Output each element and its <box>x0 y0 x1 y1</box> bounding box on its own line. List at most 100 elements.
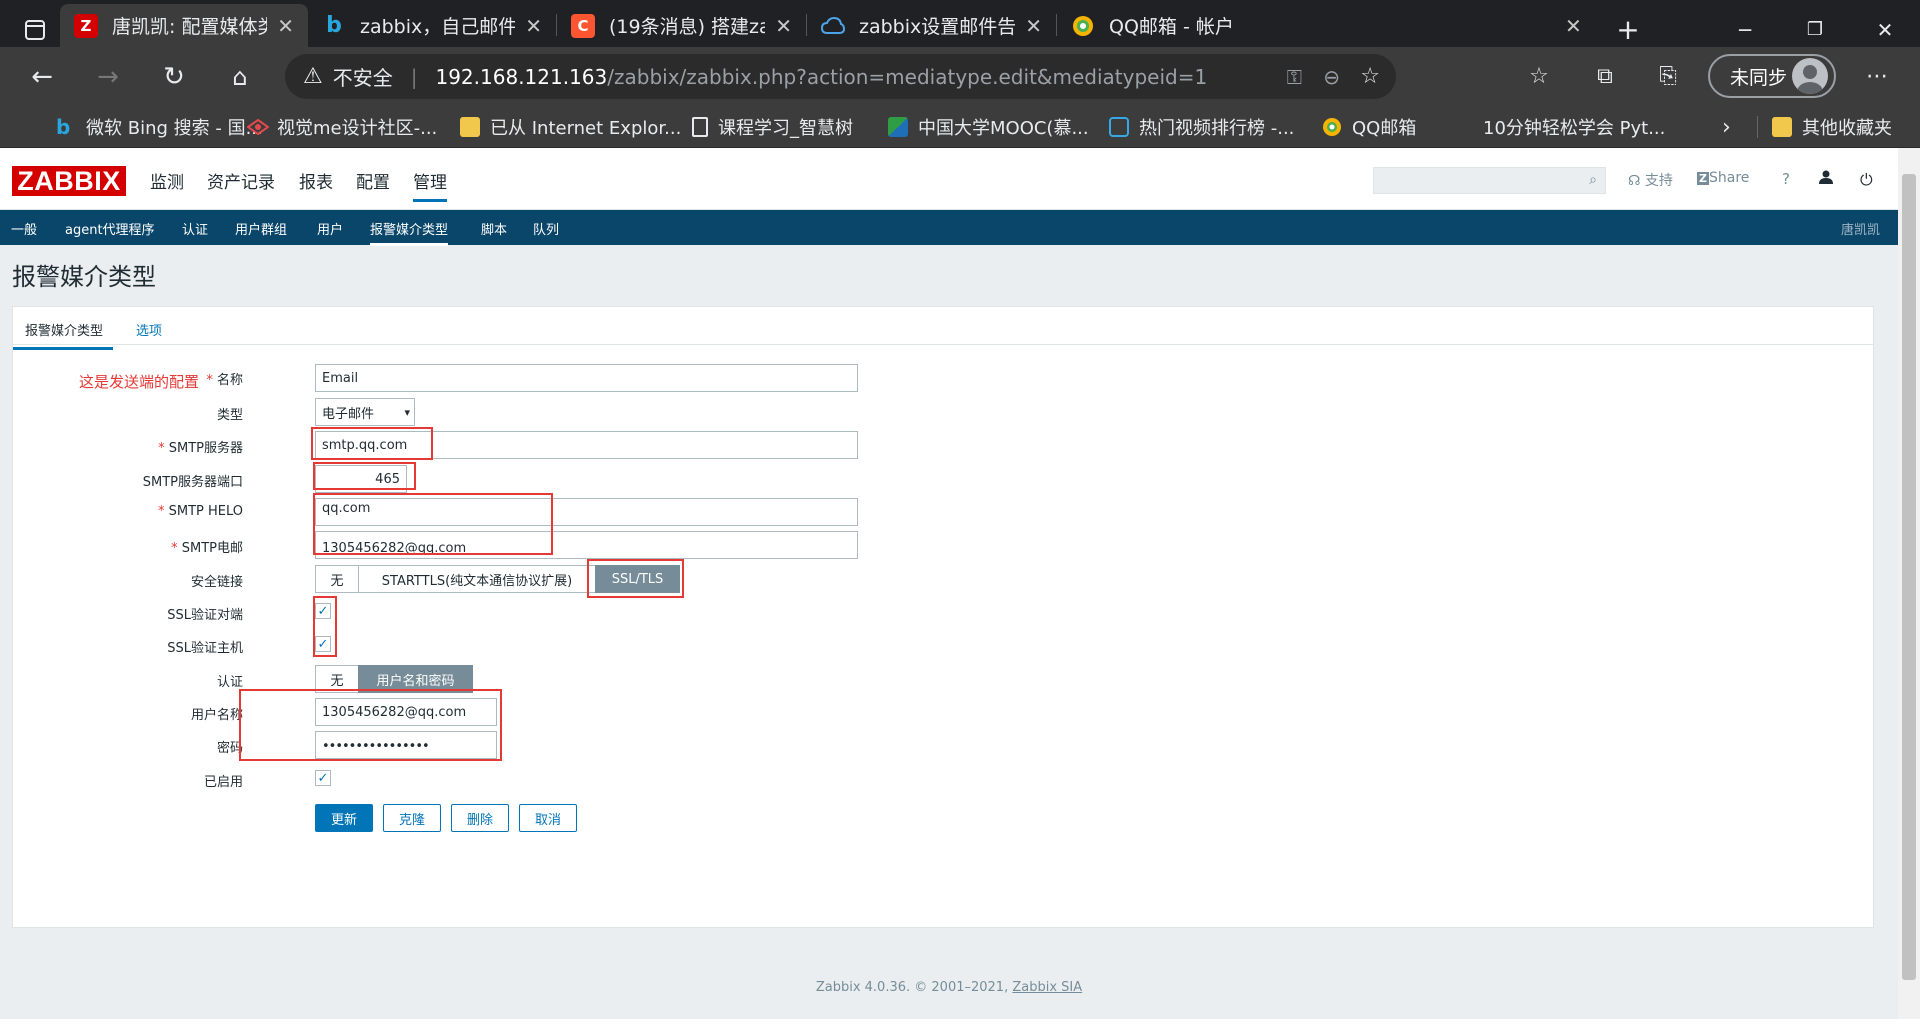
subnav-proxies[interactable]: agent代理程序 <box>65 219 155 238</box>
avatar <box>1792 58 1828 94</box>
password-input[interactable]: •••••••••••••••• <box>315 731 497 759</box>
forward-icon[interactable]: → <box>83 47 133 106</box>
zabbix-sia-link[interactable]: Zabbix SIA <box>1012 980 1082 995</box>
sync-profile-button[interactable]: 未同步 <box>1708 54 1836 98</box>
support-link[interactable]: ☊ 支持 <box>1628 170 1673 190</box>
nav-reports[interactable]: 报表 <box>299 168 333 193</box>
footer: Zabbix 4.0.36. © 2001–2021, Zabbix SIA <box>815 980 1083 995</box>
security-ssl-tls-option[interactable]: SSL/TLS <box>595 565 680 593</box>
page-scrollbar[interactable] <box>1898 148 1920 1019</box>
subnav-general[interactable]: 一般 <box>11 219 37 238</box>
security-starttls-option[interactable]: STARTTLS(纯文本通信协议扩展) <box>358 565 596 593</box>
share-page-icon[interactable]: ⎘ <box>1643 47 1693 106</box>
url-host: 192.168.121.163 <box>435 64 608 89</box>
favorites-icon[interactable]: ☆ <box>1514 47 1564 106</box>
smtp-port-input[interactable]: 465 <box>315 465 407 493</box>
smtp-email-input[interactable]: 1305456282@qq.com <box>315 531 858 559</box>
smtp-server-input[interactable]: smtp.qq.com <box>315 431 858 459</box>
bing-icon: b <box>326 13 342 38</box>
subnav-users[interactable]: 用户 <box>317 219 343 238</box>
chevron-right-icon[interactable]: › <box>1722 106 1731 148</box>
delete-button[interactable]: 删除 <box>451 804 509 832</box>
security-label: 安全链接 <box>190 575 243 590</box>
update-button[interactable]: 更新 <box>315 804 373 832</box>
enabled-checkbox[interactable]: ✓ <box>315 770 331 786</box>
bookmark-zhihuishu[interactable]: 课程学习_智慧树 <box>692 106 853 148</box>
close-icon[interactable]: ✕ <box>1025 14 1042 38</box>
bookmark-bing[interactable]: b 微软 Bing 搜索 - 国... <box>56 106 263 148</box>
subnav-user-groups[interactable]: 用户群组 <box>235 219 287 238</box>
security-none-option[interactable]: 无 <box>315 565 359 593</box>
smtp-helo-label: * SMTP HELO <box>157 504 243 519</box>
tab-media-type[interactable]: 报警媒介类型 <box>13 320 114 350</box>
auth-none-option[interactable]: 无 <box>315 665 359 693</box>
key-icon[interactable]: ⚿ <box>1287 65 1302 89</box>
browser-tab-bing[interactable]: b zabbix，自己邮件的授权码 ✕ <box>308 4 556 47</box>
close-icon[interactable]: ✕ <box>1565 4 1601 47</box>
name-input[interactable]: Email <box>315 364 858 392</box>
subnav-queue[interactable]: 队列 <box>533 219 559 238</box>
tab-options[interactable]: 选项 <box>136 320 162 339</box>
ssl-verify-peer-label: SSL验证对端 <box>167 608 243 623</box>
user-profile-icon[interactable] <box>1819 170 1833 188</box>
smtp-server-label: * SMTP服务器 <box>158 441 243 456</box>
bing-icon: b <box>56 115 71 139</box>
back-icon[interactable]: ← <box>17 47 67 106</box>
page-title: 报警媒介类型 <box>12 263 156 291</box>
headset-icon: ☊ <box>1628 173 1641 189</box>
smtp-helo-input[interactable]: qq.com <box>315 498 858 526</box>
enabled-label: 已启用 <box>203 775 243 790</box>
browser-tab-cloud[interactable]: zabbix设置邮件告警的两种 ✕ <box>807 4 1056 47</box>
cancel-button[interactable]: 取消 <box>519 804 577 832</box>
browser-tab-bar: Z 唐凯凯: 配置媒体类型 ✕ b zabbix，自己邮件的授权码 ✕ C (1… <box>0 0 1920 47</box>
subnav-media-types[interactable]: 报警媒介类型 <box>370 219 449 246</box>
reload-icon[interactable]: ↻ <box>149 47 199 106</box>
name-label: * 名称 <box>206 373 243 388</box>
nav-inventory[interactable]: 资产记录 <box>207 168 275 193</box>
nav-monitoring[interactable]: 监测 <box>150 168 184 193</box>
chevron-down-icon: ▾ <box>404 405 410 419</box>
collections-icon[interactable]: ⧉ <box>1580 47 1630 106</box>
address-input[interactable]: ⚠ 不安全 | 192.168.121.163 /zabbix/zabbix.p… <box>285 54 1396 99</box>
subnav-authentication[interactable]: 认证 <box>182 219 208 238</box>
bookmark-other-folder[interactable]: 其他收藏夹 <box>1772 106 1892 148</box>
auth-password-option[interactable]: 用户名和密码 <box>358 665 473 693</box>
share-link[interactable]: Z Share <box>1697 170 1749 186</box>
subnav-scripts[interactable]: 脚本 <box>481 219 507 238</box>
ssl-verify-peer-checkbox[interactable]: ✓ <box>315 603 331 619</box>
bookmark-bilibili[interactable]: 热门视频排行榜 -... <box>1109 106 1294 148</box>
ssl-verify-host-checkbox[interactable]: ✓ <box>315 636 331 652</box>
home-icon[interactable]: ⌂ <box>215 47 265 106</box>
type-select[interactable]: 电子邮件 ▾ <box>315 398 415 426</box>
scrollbar-thumb[interactable] <box>1902 174 1916 980</box>
close-icon[interactable]: ✕ <box>525 14 542 38</box>
bookmark-python[interactable]: 10分钟轻松学会 Pyt... <box>1483 106 1665 148</box>
url-path: /zabbix/zabbix.php?action=mediatype.edit… <box>607 64 1208 89</box>
search-icon: ⌕ <box>1589 172 1597 188</box>
zabbix-logo[interactable]: ZABBIX <box>12 166 126 196</box>
close-icon[interactable]: ✕ <box>775 14 792 38</box>
more-icon[interactable]: ⋯ <box>1852 47 1902 106</box>
form-tabs: 报警媒介类型 选项 <box>13 307 1873 350</box>
bookmark-shijue[interactable]: 视觉me设计社区-... <box>246 106 437 148</box>
search-input[interactable]: ⌕ <box>1373 167 1606 194</box>
cloud-icon <box>821 14 845 38</box>
add-favorite-icon[interactable]: ☆ <box>1360 64 1380 89</box>
current-user-label: 唐凯凯 <box>1841 223 1881 238</box>
zabbix-top-nav: ZABBIX 监测 资产记录 报表 配置 管理 ⌕ ☊ 支持 Z Share ? … <box>0 148 1898 210</box>
browser-tab-csdn[interactable]: C (19条消息) 搭建zabbix监控 ✕ <box>557 4 806 47</box>
close-icon[interactable]: ✕ <box>277 14 294 38</box>
username-input[interactable]: 1305456282@qq.com <box>315 698 497 726</box>
clone-button[interactable]: 克隆 <box>383 804 441 832</box>
bookmark-mooc[interactable]: 中国大学MOOC(慕... <box>888 106 1089 148</box>
browser-tab-qqmail[interactable]: QQ邮箱 - 帐户 <box>1057 4 1591 47</box>
browser-tab-zabbix[interactable]: Z 唐凯凯: 配置媒体类型 ✕ <box>60 4 308 47</box>
bookmark-qqmail[interactable]: QQ邮箱 <box>1322 106 1416 148</box>
bookmark-ie-folder[interactable]: 已从 Internet Explor... <box>460 106 681 148</box>
warning-icon: ⚠ <box>303 64 323 89</box>
nav-administration[interactable]: 管理 <box>413 168 447 202</box>
help-icon[interactable]: ? <box>1782 170 1790 188</box>
sign-out-icon[interactable]: ⏻ <box>1860 170 1873 190</box>
zoom-icon[interactable]: ⊖ <box>1323 65 1340 89</box>
nav-configuration[interactable]: 配置 <box>356 168 390 193</box>
